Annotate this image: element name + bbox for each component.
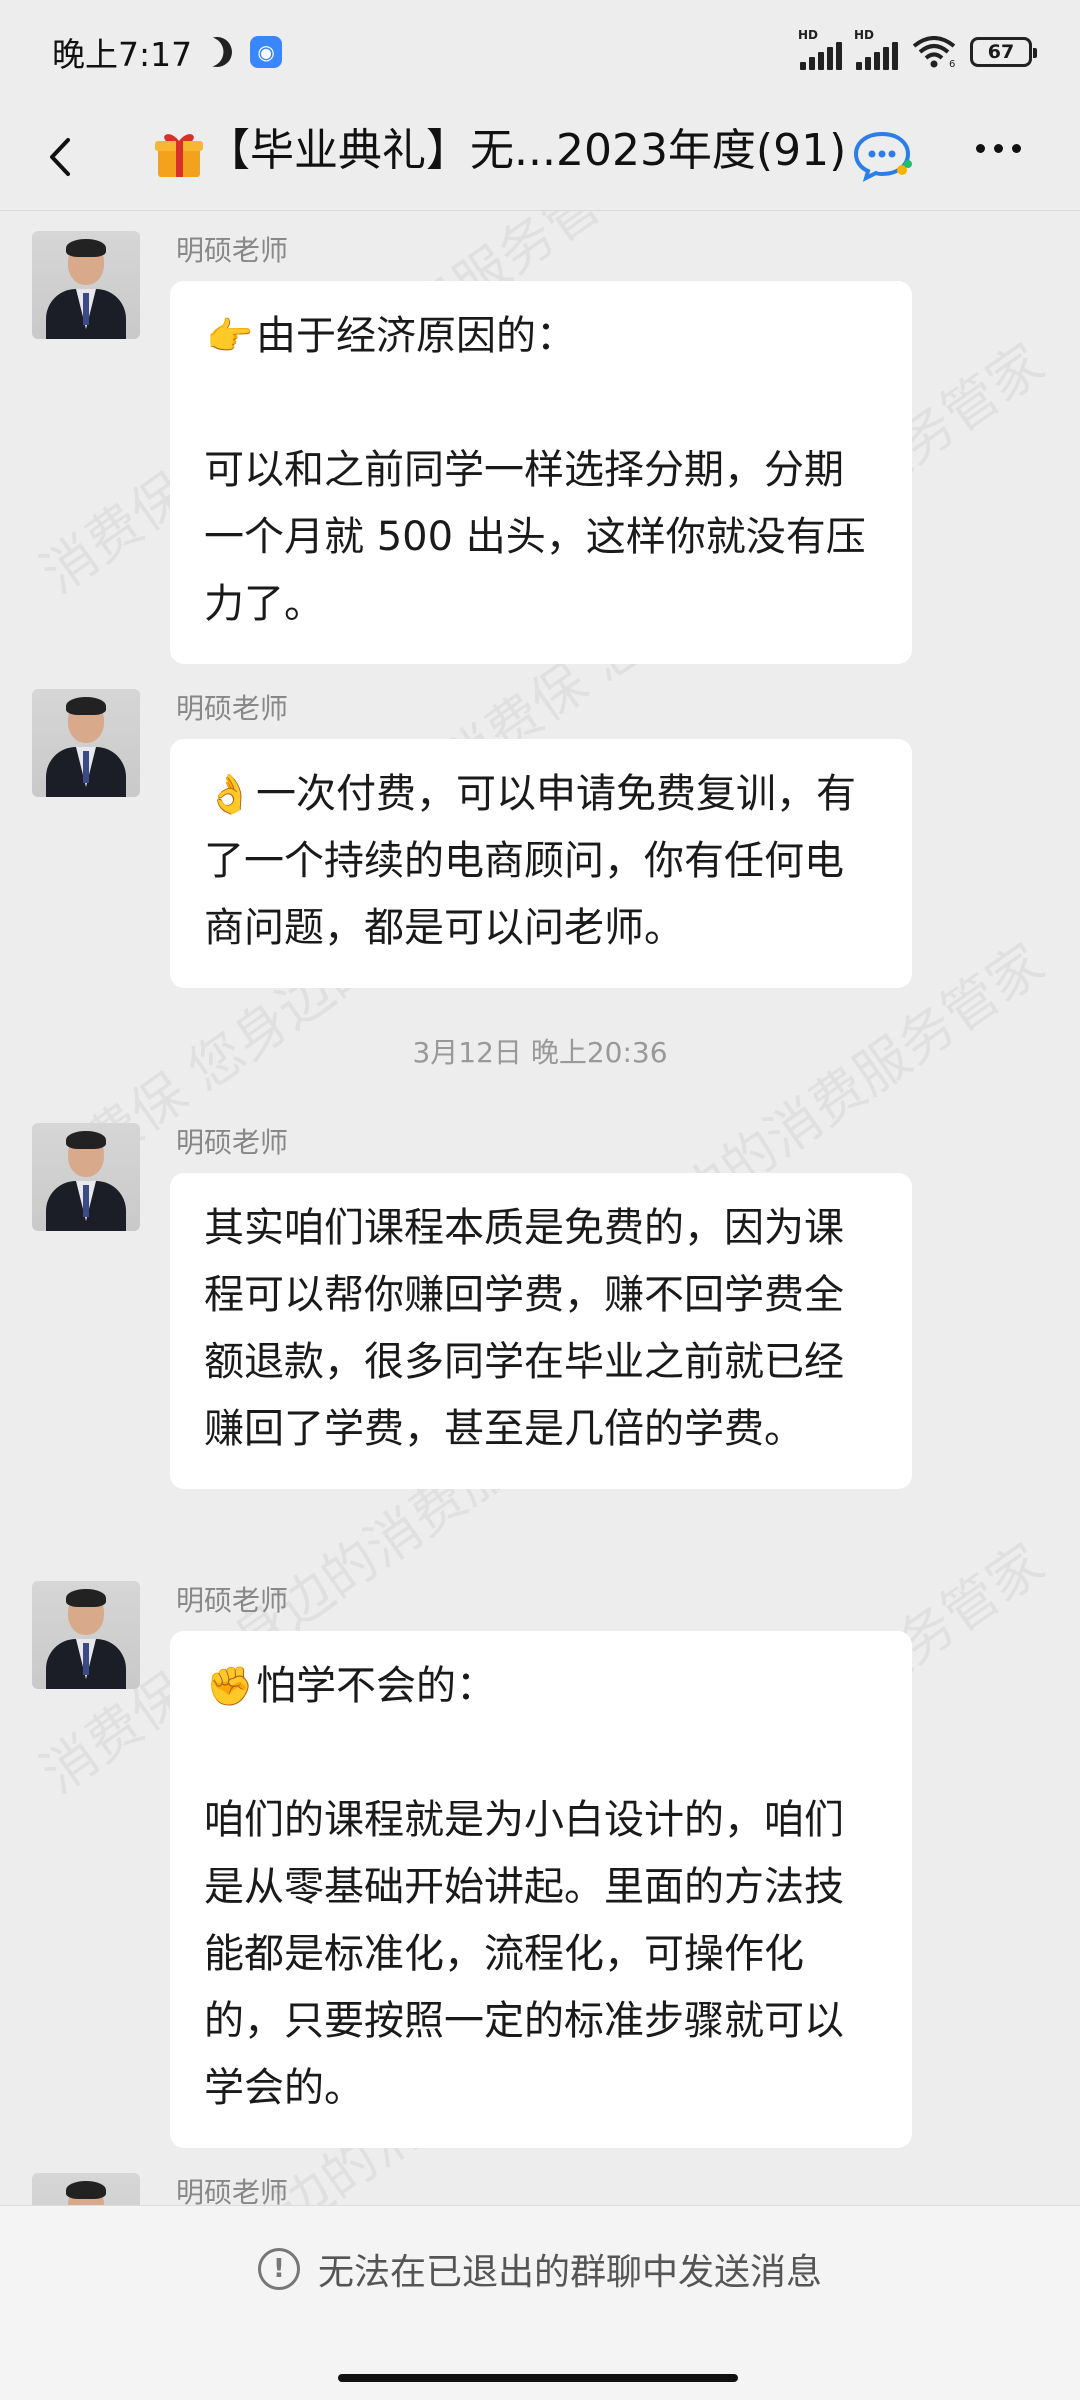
moon-icon [198, 33, 236, 71]
message-text: 可以和之前同学一样选择分期，分期一个月就 500 出头，这样你就没有压力了。 [204, 447, 866, 627]
message-list: 明硕老师 👉由于经济原因的： 可以和之前同学一样选择分期，分期一个月就 500 … [0, 211, 1080, 2205]
battery-icon: 67 [970, 37, 1037, 67]
message-bubble[interactable]: ✊怕学不会的： 咱们的课程就是为小白设计的，咱们是从零基础开始讲起。里面的方法技… [170, 1631, 912, 2148]
message-text: 一次付费，可以申请免费复训，有了一个持续的电商顾问，你有任何电商问题，都是可以问… [204, 771, 856, 951]
input-disabled-bar: ! 无法在已退出的群聊中发送消息 [0, 2205, 1080, 2331]
more-options-icon[interactable] [976, 144, 1021, 153]
avatar[interactable] [32, 1581, 140, 1689]
gesture-area [0, 2330, 1080, 2400]
avatar[interactable] [32, 689, 140, 797]
ok-hand-icon: 👌 [206, 772, 254, 816]
status-bar: 晚上7:17 ◉ HD HD 6 67 [0, 0, 1080, 104]
avatar[interactable] [32, 231, 140, 339]
disabled-notice: 无法在已退出的群聊中发送消息 [317, 2251, 822, 2293]
sender-name: 明硕老师 [176, 1126, 289, 1159]
app-notification-icon: ◉ [250, 36, 283, 68]
status-time: 晚上7:17 [52, 35, 193, 74]
message-text [204, 370, 878, 437]
raised-fist-icon: ✊ [206, 1664, 254, 1708]
message-bubble[interactable]: 👌一次付费，可以申请免费复训，有了一个持续的电商顾问，你有任何电商问题，都是可以… [170, 739, 912, 988]
message-text: 咱们的课程就是为小白设计的，咱们是从零基础开始讲起。里面的方法技能都是标准化，流… [204, 1797, 844, 2111]
gift-icon [155, 134, 203, 177]
home-indicator[interactable] [338, 2374, 738, 2382]
sender-name: 明硕老师 [176, 2176, 289, 2205]
signal-icon: HD [854, 28, 898, 70]
message-bubble[interactable]: 👉由于经济原因的： 可以和之前同学一样选择分期，分期一个月就 500 出头，这样… [170, 281, 912, 664]
sender-name: 明硕老师 [176, 692, 289, 725]
hd-label: HD [854, 28, 875, 42]
signal-icon: HD [798, 28, 842, 70]
message-text: 其实咱们课程本质是免费的，因为课程可以帮你赚回学费，赚不回学费全额退款，很多同学… [204, 1205, 844, 1452]
message-text [204, 1720, 878, 1787]
back-arrow-icon[interactable] [38, 132, 88, 182]
message-bubble[interactable]: 其实咱们课程本质是免费的，因为课程可以帮你赚回学费，赚不回学费全额退款，很多同学… [170, 1173, 912, 1489]
message-text: 由于经济原因的： [256, 313, 576, 359]
wifi-icon: 6 [912, 36, 956, 70]
info-icon: ! [257, 2247, 300, 2290]
sender-name: 明硕老师 [176, 1584, 289, 1617]
battery-level: 67 [987, 41, 1015, 63]
chat-title: 【毕业典礼】无...2023年度(91) [206, 125, 847, 176]
sender-name: 明硕老师 [176, 234, 289, 267]
hd-label: HD [798, 28, 819, 42]
avatar[interactable] [32, 2173, 140, 2205]
message-text: 怕学不会的： [256, 1663, 496, 1709]
wifi-sub-label: 6 [949, 59, 955, 68]
timestamp-divider: 3月12日 晚上20:36 [412, 1036, 668, 1069]
avatar[interactable] [32, 1123, 140, 1231]
pointing-hand-icon: 👉 [206, 314, 254, 358]
group-chat-icon[interactable] [852, 128, 914, 182]
chat-header: 【毕业典礼】无...2023年度(91) [0, 104, 1080, 211]
